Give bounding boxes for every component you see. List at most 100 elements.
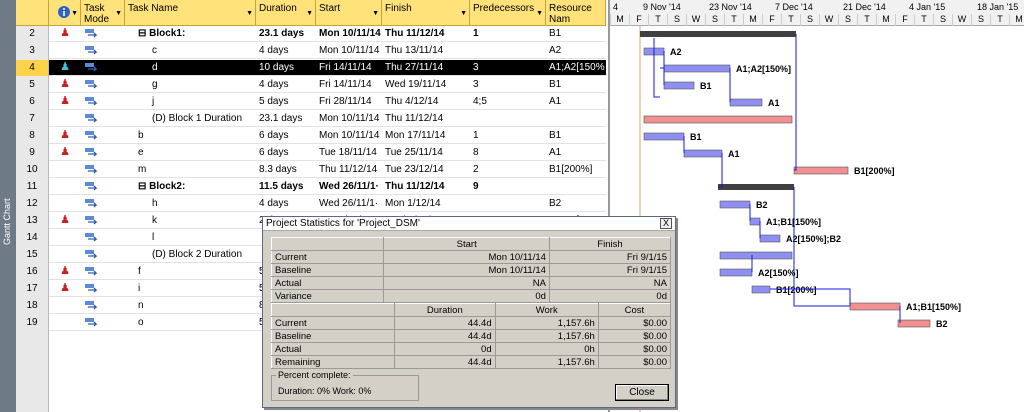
predecessors-cell[interactable]: 3 (470, 77, 546, 93)
task-name-cell[interactable]: k (125, 213, 256, 229)
duration-cell[interactable]: 23.1 days (256, 111, 316, 127)
task-name-cell[interactable]: f (125, 264, 256, 280)
indicator-cell[interactable]: ♟ (49, 128, 81, 144)
finish-cell[interactable]: Thu 27/11/14 (382, 60, 470, 76)
task-mode-cell[interactable] (81, 77, 125, 93)
indicator-cell[interactable] (49, 111, 81, 127)
indicators-header[interactable]: ▼ (49, 0, 81, 26)
duration-cell[interactable]: 4 days (256, 196, 316, 212)
indicator-cell[interactable] (49, 247, 81, 263)
resource-names-cell[interactable]: A1;A2[150% (546, 60, 606, 76)
finish-cell[interactable]: Mon 1/12/14 (382, 196, 470, 212)
predecessors-cell[interactable]: 8 (470, 145, 546, 161)
task-name-cell[interactable]: c (125, 43, 256, 59)
row-number[interactable]: 11 (16, 179, 49, 195)
row-number[interactable]: 17 (16, 281, 49, 297)
resource-names-cell[interactable]: B1[200%] (546, 162, 606, 178)
indicator-cell[interactable]: ♟ (49, 77, 81, 93)
start-cell[interactable]: Fri 14/11/14 (316, 77, 382, 93)
indicator-cell[interactable]: ♟ (49, 281, 81, 297)
task-row[interactable]: 2 ♟ ⊟ Block1: 23.1 days Mon 10/11/14 Thu 11/1… (16, 26, 606, 42)
task-mode-cell[interactable] (81, 128, 125, 144)
task-name-cell[interactable]: e (125, 145, 256, 161)
task-mode-cell[interactable] (81, 179, 125, 195)
indicator-cell[interactable] (49, 315, 81, 331)
predecessors-cell[interactable]: 1 (470, 26, 546, 42)
dropdown-arrow-icon[interactable]: ▼ (372, 8, 379, 19)
row-number[interactable]: 5 (16, 77, 49, 93)
row-number[interactable]: 7 (16, 111, 49, 127)
task-name-cell[interactable]: ⊟ Block1: (125, 26, 256, 42)
duration-cell[interactable]: 6 days (256, 128, 316, 144)
start-header[interactable]: Start ▼ (316, 0, 382, 26)
predecessors-cell[interactable] (470, 196, 546, 212)
indicator-cell[interactable] (49, 162, 81, 178)
finish-cell[interactable]: Wed 19/11/14 (382, 77, 470, 93)
task-mode-cell[interactable] (81, 26, 125, 42)
indicator-cell[interactable] (49, 230, 81, 246)
start-cell[interactable]: Mon 10/11/14 (316, 43, 382, 59)
predecessors-cell[interactable]: 4;5 (470, 94, 546, 110)
task-row[interactable]: 7 (D) Block 1 Duration 23.1 days Mon 10/11/… (16, 111, 606, 127)
task-row[interactable]: 12 h 4 days Wed 26/11/1· Mon 1/12/14 B2 (16, 196, 606, 212)
task-name-cell[interactable]: (D) Block 2 Duration (125, 247, 256, 263)
row-number[interactable]: 8 (16, 128, 49, 144)
task-mode-header[interactable]: Task Mode ▼ (81, 0, 125, 26)
task-row[interactable]: 8 ♟ b 6 days Mon 10/11/14 Mon 17/11/14 1 B1 (16, 128, 606, 144)
task-name-cell[interactable]: m (125, 162, 256, 178)
task-mode-cell[interactable] (81, 213, 125, 229)
resource-names-cell[interactable] (546, 111, 606, 127)
dropdown-arrow-icon[interactable]: ▼ (536, 8, 543, 19)
resource-names-cell[interactable]: A2 (546, 43, 606, 59)
task-name-cell[interactable]: g (125, 77, 256, 93)
row-number[interactable]: 18 (16, 298, 49, 314)
task-row[interactable]: 9 ♟ e 6 days Tue 18/11/14 Tue 25/11/14 8 A1 (16, 145, 606, 161)
indicator-cell[interactable]: ♟ (49, 264, 81, 280)
start-cell[interactable]: Thu 11/12/14 (316, 162, 382, 178)
finish-header[interactable]: Finish ▼ (382, 0, 470, 26)
close-button[interactable]: Close (615, 384, 669, 401)
resource-names-cell[interactable]: A1 (546, 94, 606, 110)
task-name-cell[interactable]: j (125, 94, 256, 110)
start-cell[interactable]: Mon 10/11/14 (316, 128, 382, 144)
start-cell[interactable]: Mon 10/11/14 (316, 111, 382, 127)
task-name-cell[interactable]: n (125, 298, 256, 314)
row-number[interactable]: 2 (16, 26, 49, 42)
task-name-cell[interactable]: o (125, 315, 256, 331)
task-name-cell[interactable]: l (125, 230, 256, 246)
task-mode-cell[interactable] (81, 281, 125, 297)
row-number[interactable]: 14 (16, 230, 49, 246)
resource-names-cell[interactable]: A1 (546, 145, 606, 161)
task-mode-cell[interactable] (81, 111, 125, 127)
dialog-close-icon[interactable]: X (660, 218, 672, 229)
task-mode-cell[interactable] (81, 60, 125, 76)
view-bar[interactable]: Gantt Chart (0, 0, 16, 412)
finish-cell[interactable]: Thu 11/12/14 (382, 179, 470, 195)
duration-cell[interactable]: 6 days (256, 145, 316, 161)
row-number[interactable]: 15 (16, 247, 49, 263)
task-row[interactable]: 11 ⊟ Block2: 11.5 days Wed 26/11/1· Thu 11/1… (16, 179, 606, 195)
duration-cell[interactable]: 23.1 days (256, 26, 316, 42)
row-number[interactable]: 13 (16, 213, 49, 229)
duration-cell[interactable]: 5 days (256, 94, 316, 110)
indicator-cell[interactable]: ♟ (49, 213, 81, 229)
duration-cell[interactable]: 8.3 days (256, 162, 316, 178)
task-mode-cell[interactable] (81, 230, 125, 246)
indicator-cell[interactable] (49, 43, 81, 59)
row-number[interactable]: 3 (16, 43, 49, 59)
duration-cell[interactable]: 11.5 days (256, 179, 316, 195)
task-mode-cell[interactable] (81, 196, 125, 212)
task-row[interactable]: 3 c4 days Mon 10/11/14 Thu 13/11/14 A2 (16, 43, 606, 59)
resource-names-cell[interactable] (546, 179, 606, 195)
task-mode-cell[interactable] (81, 43, 125, 59)
task-name-cell[interactable]: ⊟ Block2: (125, 179, 256, 195)
task-mode-cell[interactable] (81, 94, 125, 110)
task-name-header[interactable]: Task Name ▼ (125, 0, 256, 26)
finish-cell[interactable]: Tue 23/12/14 (382, 162, 470, 178)
predecessors-cell[interactable]: 3 (470, 60, 546, 76)
row-number[interactable]: 4 (16, 60, 49, 76)
indicator-cell[interactable] (49, 298, 81, 314)
predecessors-cell[interactable] (470, 111, 546, 127)
start-cell[interactable]: Fri 28/11/14 (316, 94, 382, 110)
start-cell[interactable]: Mon 10/11/14 (316, 26, 382, 42)
